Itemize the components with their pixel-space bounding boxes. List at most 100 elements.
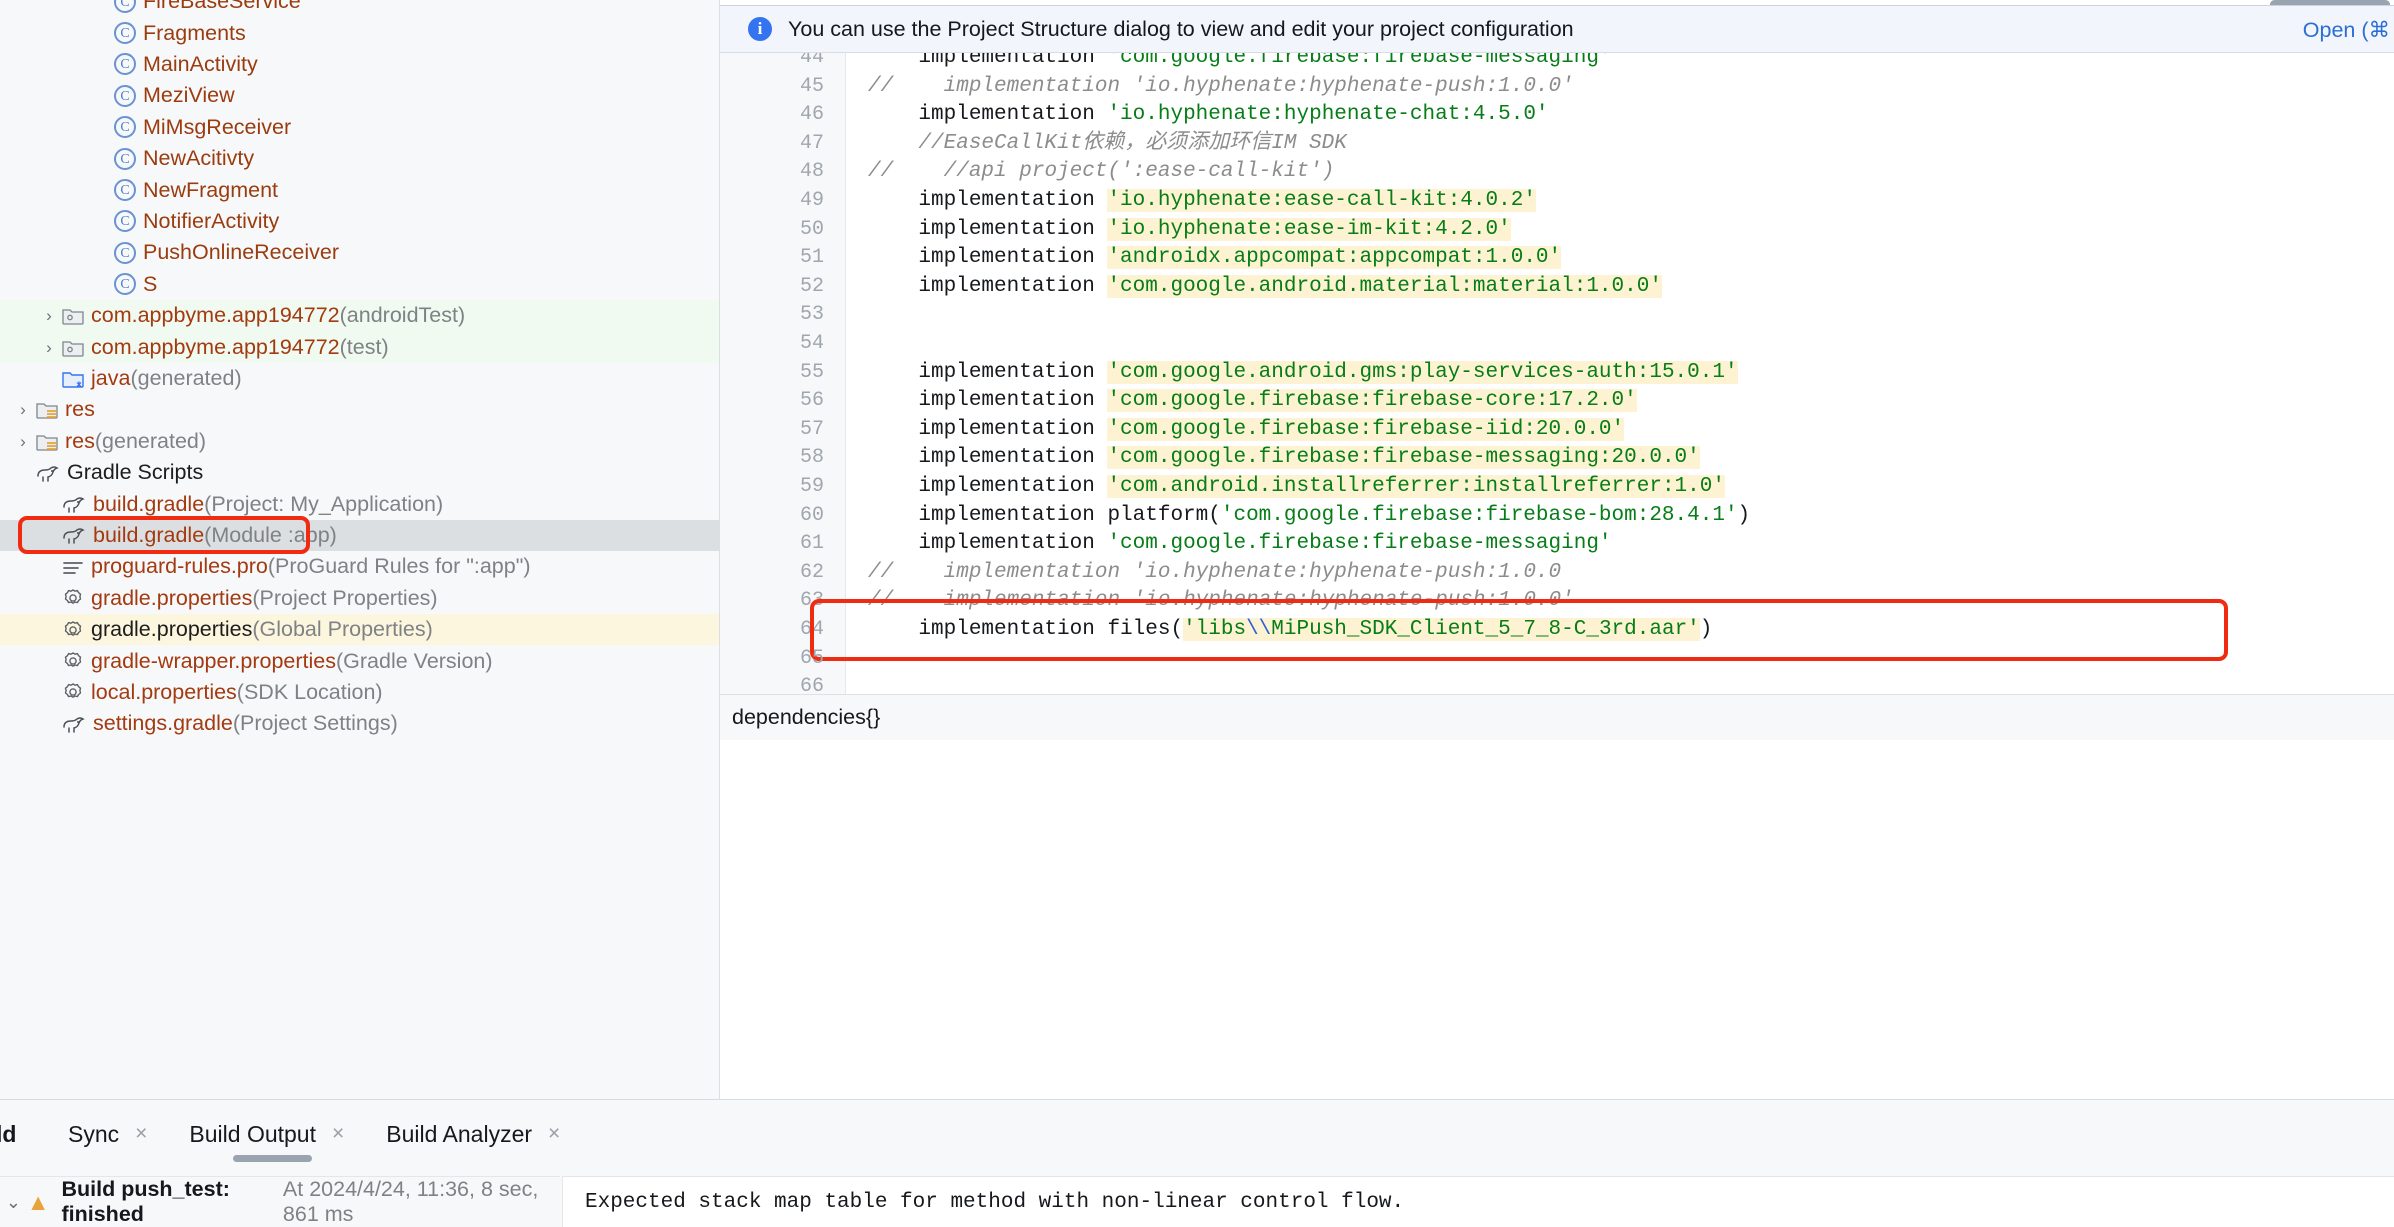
tree-item-com-appbyme-app194772[interactable]: › com.appbyme.app194772 (test)	[0, 331, 720, 363]
code-line[interactable]: 46 implementation 'io.hyphenate:hyphenat…	[720, 101, 2394, 130]
tree-item-newfragment[interactable]: ›CNewFragment	[0, 174, 720, 205]
code-text: implementation 'com.google.android.mater…	[868, 273, 1662, 302]
tree-item-fragments[interactable]: ›CFragments	[0, 17, 720, 48]
code-editor[interactable]: 44 implementation 'com.google.firebase:f…	[720, 53, 2394, 694]
code-line[interactable]: 47 //EaseCallKit依赖，必须添加环信IM SDK	[720, 130, 2394, 159]
code-token: 'com.google.firebase:firebase-messaging:…	[1107, 446, 1700, 470]
tree-item-newacitivty[interactable]: ›CNewAcitivty	[0, 143, 720, 174]
code-token: implementation	[868, 446, 1108, 470]
line-number: 50	[799, 217, 824, 241]
tab-sync[interactable]: Sync ×	[68, 1100, 159, 1168]
tree-item-gradle-wrapper-properties[interactable]: ›gradle-wrapper.properties (Gradle Versi…	[0, 645, 720, 676]
tree-item-res[interactable]: › res (generated)	[0, 426, 720, 457]
tab-ld[interactable]: ld	[0, 1100, 26, 1168]
code-line[interactable]: 48 // //api project(':ease-call-kit')	[720, 158, 2394, 187]
line-number: 49	[799, 189, 824, 212]
tree-item-build-gradle[interactable]: ›build.gradle (Project: My_Application)	[0, 488, 720, 519]
code-line[interactable]: 66	[720, 673, 2394, 694]
tree-item-proguard-rules-pro[interactable]: ›proguard-rules.pro (ProGuard Rules for …	[0, 551, 720, 582]
code-line[interactable]: 52 implementation 'com.google.android.ma…	[720, 273, 2394, 302]
line-number: 61	[799, 532, 824, 556]
tree-item-gradle-properties[interactable]: ›gradle.properties (Project Properties)	[0, 583, 720, 614]
code-line[interactable]: 45 // implementation 'io.hyphenate:hyphen…	[720, 73, 2394, 102]
editor-pane: i You can use the Project Structure dial…	[720, 0, 2394, 1099]
code-line[interactable]: 57 implementation 'com.google.firebase:f…	[720, 416, 2394, 445]
line-number: 63	[799, 589, 824, 613]
tab-build-output[interactable]: Build Output ×	[189, 1100, 356, 1168]
tree-item-pushonlinereceiver[interactable]: ›CPushOnlineReceiver	[0, 237, 720, 268]
code-line[interactable]: 63 // implementation 'io.hyphenate:hyphen…	[720, 587, 2394, 616]
code-text: // implementation 'io.hyphenate:hyphenat…	[868, 559, 1561, 588]
project-tree-panel[interactable]: › C FireBaseService › C Fragments › C MainActivi…	[0, 0, 720, 1099]
code-token: \\	[1246, 618, 1272, 641]
build-status-row[interactable]: ⌄ ▲ Build push_test: finished At 2024/4/…	[0, 1176, 560, 1227]
code-line[interactable]: 58 implementation 'com.google.firebase:f…	[720, 444, 2394, 473]
tree-item-mainactivity[interactable]: ›CMainActivity	[0, 49, 720, 80]
line-number: 60	[799, 503, 824, 527]
code-line[interactable]: 65	[720, 645, 2394, 674]
class-icon: C	[114, 210, 136, 233]
tree-item-notifieractivity[interactable]: ›CNotifierActivity	[0, 206, 720, 237]
tree-item-settings-gradle[interactable]: ›settings.gradle (Project Settings)	[0, 708, 720, 739]
chevron-down-icon[interactable]: ⌄	[0, 1192, 27, 1213]
code-line[interactable]: 64 implementation files('libs\\MiPush_SD…	[720, 616, 2394, 645]
code-line[interactable]: 49 implementation 'io.hyphenate:ease-cal…	[720, 187, 2394, 216]
tree-item-build-gradle[interactable]: ›build.gradle (Module :app)	[0, 519, 720, 552]
active-tab-indicator	[233, 1155, 313, 1162]
tree-item-label: local.properties	[91, 679, 237, 704]
tree-item-gradle-scripts[interactable]: ›Gradle Scripts	[0, 457, 720, 488]
line-number: 66	[799, 675, 824, 694]
tree-item-gradle-properties[interactable]: ›gradle.properties (Global Properties)	[0, 614, 720, 646]
tree-item-suffix: (generated)	[94, 428, 207, 453]
code-line[interactable]: 56 implementation 'com.google.firebase:f…	[720, 387, 2394, 416]
code-line[interactable]: 60 implementation platform('com.google.f…	[720, 502, 2394, 531]
tree-item-label: S	[143, 271, 158, 296]
code-line[interactable]: 59 implementation 'com.android.installre…	[720, 473, 2394, 502]
build-console-output[interactable]: Expected stack map table for method with…	[562, 1176, 2394, 1227]
code-line[interactable]: 62 // implementation 'io.hyphenate:hyphen…	[720, 559, 2394, 588]
generated-folder-icon	[62, 369, 84, 388]
tree-item-local-properties[interactable]: ›local.properties (SDK Location)	[0, 677, 720, 708]
chevron-right-icon[interactable]: ›	[10, 401, 36, 418]
tab-label: ld	[0, 1120, 17, 1147]
line-number: 46	[799, 103, 824, 127]
chevron-right-icon[interactable]: ›	[36, 307, 62, 324]
code-line[interactable]: 50 implementation 'io.hyphenate:ease-im-…	[720, 216, 2394, 245]
build-status-title: Build push_test: finished	[61, 1177, 230, 1226]
tree-item-meziview[interactable]: ›CMeziView	[0, 80, 720, 111]
tree-item-mimsgreceiver[interactable]: ›CMiMsgReceiver	[0, 112, 720, 143]
code-token: //api project(':ease-call-kit')	[893, 160, 1335, 184]
code-line[interactable]: 54	[720, 330, 2394, 359]
tree-item-suffix: (generated)	[130, 365, 242, 390]
tree-item-label: proguard-rules.pro	[91, 554, 268, 579]
tree-item-firebaseservice[interactable]: ›CFireBaseService	[0, 0, 720, 17]
code-line[interactable]: 44 implementation 'com.google.firebase:f…	[720, 53, 2394, 73]
tree-item-s[interactable]: ›CS	[0, 269, 720, 300]
code-text: implementation platform('com.google.fire…	[868, 502, 1750, 531]
code-token: 'com.google.android.gms:play-services-au…	[1107, 360, 1738, 384]
code-token: )	[1737, 503, 1751, 527]
editor-breadcrumb[interactable]: dependencies{}	[720, 694, 2394, 740]
tree-item-java[interactable]: ›java (generated)	[0, 363, 720, 394]
tree-item-com-appbyme-app194772[interactable]: › com.appbyme.app194772 (androidTest)	[0, 300, 720, 332]
code-token: 'io.hyphenate:ease-call-kit:4.0.2'	[1107, 189, 1536, 212]
code-line[interactable]: 51 implementation 'androidx.appcompat:ap…	[720, 244, 2394, 273]
tree-item-label: com.appbyme.app194772	[91, 303, 340, 328]
chevron-right-icon[interactable]: ›	[10, 433, 36, 450]
chevron-right-icon[interactable]: ›	[36, 339, 62, 356]
bottom-tab-bar[interactable]: ld Sync × Build Output × Build Analyzer ×	[0, 1100, 2394, 1168]
close-icon[interactable]: ×	[135, 1122, 147, 1146]
tab-build-analyzer[interactable]: Build Analyzer ×	[386, 1100, 572, 1168]
tree-item-res[interactable]: › res	[0, 394, 720, 425]
close-icon[interactable]: ×	[548, 1122, 560, 1146]
code-line[interactable]: 61 implementation 'com.google.firebase:f…	[720, 530, 2394, 559]
tree-item-label: settings.gradle	[93, 711, 233, 736]
code-text: implementation 'com.google.firebase:fire…	[868, 530, 1611, 559]
close-icon[interactable]: ×	[332, 1122, 344, 1146]
notification-open-link[interactable]: Open (⌘	[2303, 6, 2394, 54]
code-line[interactable]: 53	[720, 301, 2394, 330]
tree-item-label: NewAcitivty	[143, 146, 255, 171]
code-line[interactable]: 55 implementation 'com.google.android.gm…	[720, 359, 2394, 388]
code-text: implementation files('libs\\MiPush_SDK_C…	[868, 616, 1712, 645]
tree-item-label: com.appbyme.app194772	[91, 334, 340, 359]
